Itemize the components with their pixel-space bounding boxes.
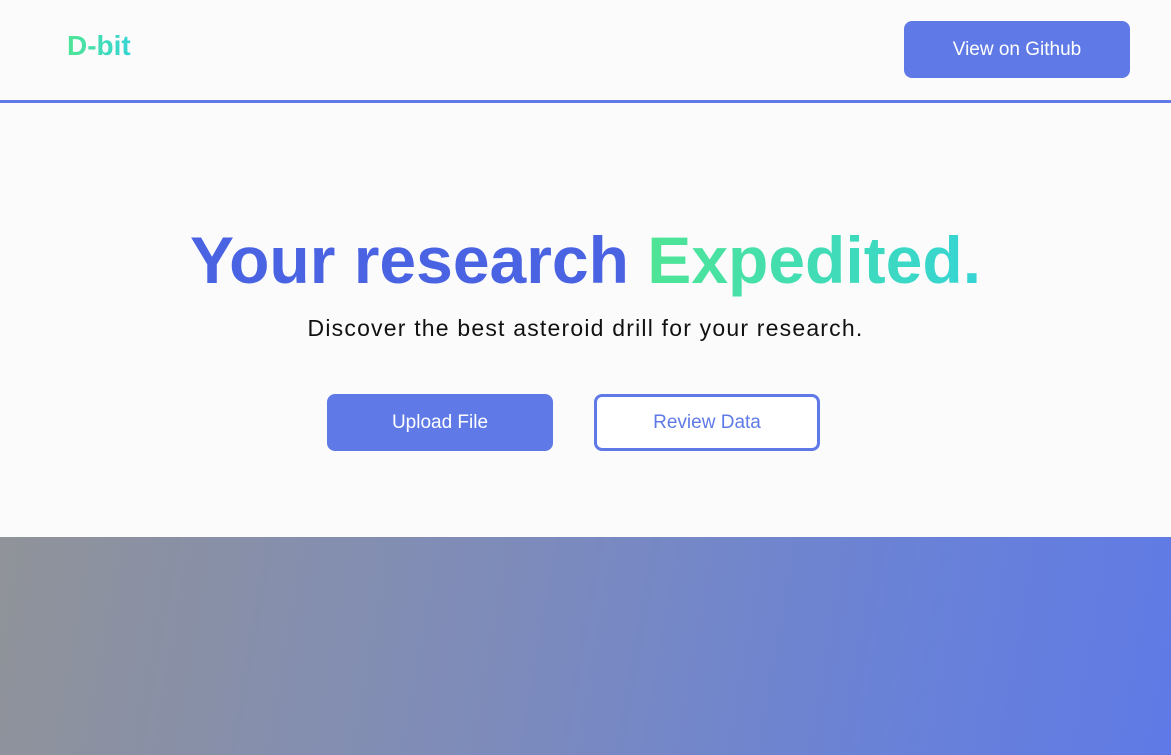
hero-title-accent: Expedited. xyxy=(647,223,982,297)
review-data-button[interactable]: Review Data xyxy=(594,394,820,451)
gradient-banner xyxy=(0,537,1171,755)
upload-file-button[interactable]: Upload File xyxy=(327,394,553,451)
logo[interactable]: D-bit xyxy=(67,30,131,62)
view-on-github-button[interactable]: View on Github xyxy=(904,21,1130,78)
hero-title-main: Your research xyxy=(189,223,629,297)
navbar: D-bit View on Github xyxy=(0,0,1171,103)
hero-title: Your research Expedited. xyxy=(0,222,1171,298)
hero-subtitle: Discover the best asteroid drill for you… xyxy=(307,315,864,341)
